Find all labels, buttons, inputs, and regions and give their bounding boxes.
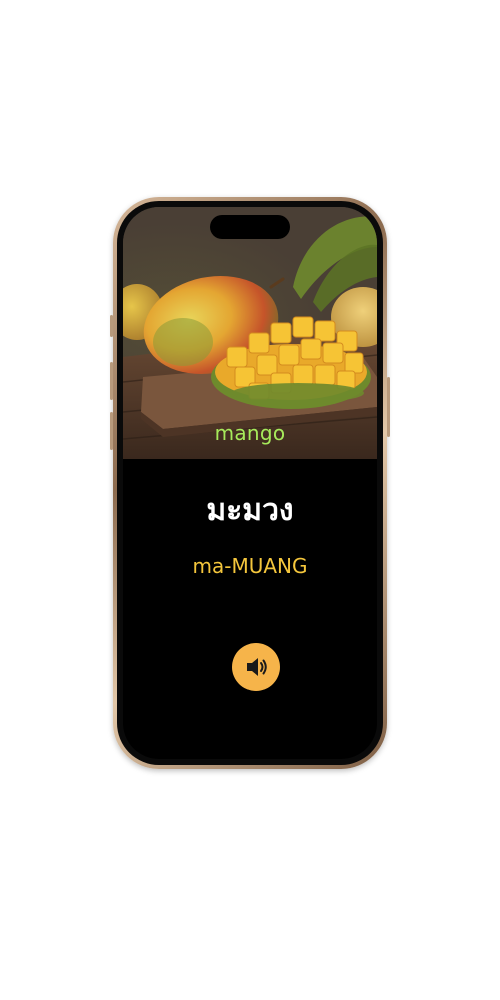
play-audio-button[interactable]	[232, 643, 280, 691]
thai-word-label: มะมวง	[206, 493, 294, 528]
romanization-label: ma-MUANG	[192, 554, 308, 578]
page: mango มะมวง ma-MUANG	[0, 0, 500, 1000]
phone-side-button	[110, 315, 113, 337]
flashcard-image: mango	[123, 207, 377, 459]
english-word-label: mango	[214, 421, 286, 445]
phone-volume-up-button	[110, 362, 113, 400]
dynamic-island	[210, 215, 290, 239]
phone-screen: mango มะมวง ma-MUANG	[123, 207, 377, 759]
phone-power-button	[387, 377, 390, 437]
phone-volume-down-button	[110, 412, 113, 450]
speaker-icon	[247, 658, 267, 676]
phone-frame: mango มะมวง ma-MUANG	[110, 197, 390, 769]
